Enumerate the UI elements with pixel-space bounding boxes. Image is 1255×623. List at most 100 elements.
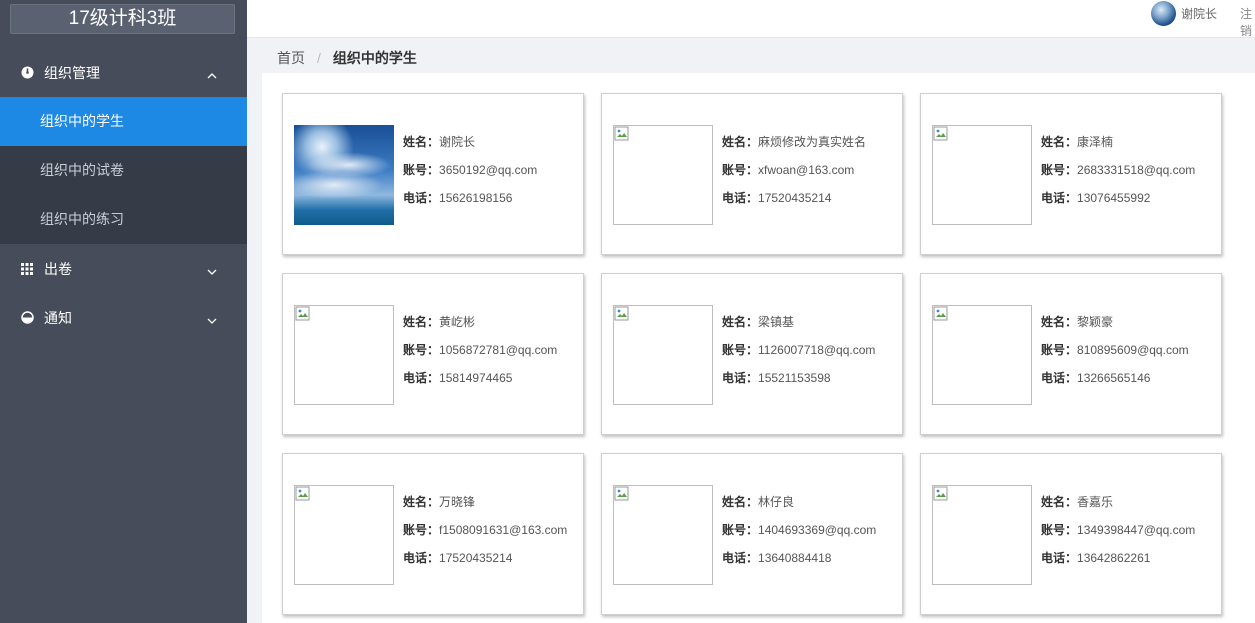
sidebar-menu: 组织管理 组织中的学生 组织中的试卷 组织中的练习 出卷 通知: [0, 48, 247, 342]
chevron-up-icon: [207, 68, 217, 78]
student-phone: 15814974465: [439, 371, 513, 385]
student-phone: 13640884418: [758, 551, 832, 565]
breadcrumb-current: 组织中的学生: [332, 50, 417, 66]
student-photo: [613, 305, 713, 405]
breadcrumb-home[interactable]: 首页: [277, 48, 305, 68]
student-account: 2683331518@qq.com: [1077, 163, 1196, 177]
dashboard-icon: [20, 66, 34, 80]
phone-label: 电话：: [722, 551, 759, 565]
broken-image-icon: [295, 306, 311, 322]
student-card[interactable]: 姓名：梁镇基 账号：1126007718@qq.com 电话：155211535…: [601, 273, 903, 435]
name-label: 姓名：: [403, 495, 440, 509]
user-name[interactable]: 谢院长: [1181, 5, 1217, 22]
menu-group-exam[interactable]: 出卷: [0, 244, 247, 293]
broken-image-icon: [614, 306, 630, 322]
student-photo: [613, 125, 713, 225]
name-label: 姓名：: [722, 495, 759, 509]
student-account: 3650192@qq.com: [439, 163, 538, 177]
student-info: 姓名：黄屹彬 账号：1056872781@qq.com 电话：158149744…: [403, 314, 557, 398]
student-phone: 17520435214: [439, 551, 513, 565]
broken-image-icon: [614, 486, 630, 502]
student-name: 谢院长: [439, 135, 476, 149]
student-photo: [294, 485, 394, 585]
student-account: f1508091631@163.com: [439, 523, 568, 537]
grid-icon: [20, 262, 34, 276]
account-label: 账号：: [403, 523, 440, 537]
student-account: xfwoan@163.com: [758, 163, 855, 177]
student-info: 姓名：林仔良 账号：1404693369@qq.com 电话：136408844…: [722, 494, 876, 578]
logout-link[interactable]: 注销: [1240, 5, 1255, 39]
student-phone: 15521153598: [758, 371, 831, 385]
menu-group-label: 出卷: [44, 260, 72, 277]
broken-image-icon: [933, 126, 949, 142]
student-info: 姓名：黎颖豪 账号：810895609@qq.com 电话：1326656514…: [1041, 314, 1189, 398]
student-card[interactable]: 姓名：黎颖豪 账号：810895609@qq.com 电话：1326656514…: [920, 273, 1222, 435]
name-label: 姓名：: [722, 315, 759, 329]
menu-group-notice[interactable]: 通知: [0, 293, 247, 342]
phone-label: 电话：: [1041, 371, 1078, 385]
broken-image-icon: [614, 126, 630, 142]
student-card[interactable]: 姓名：康泽楠 账号：2683331518@qq.com 电话：130764559…: [920, 93, 1222, 255]
name-label: 姓名：: [403, 135, 440, 149]
student-card[interactable]: 姓名：香嘉乐 账号：1349398447@qq.com 电话：136428622…: [920, 453, 1222, 615]
sidebar: 17级计科3班 组织管理 组织中的学生 组织中的试卷 组织中的练习 出卷 通知: [0, 0, 247, 623]
student-phone: 15626198156: [439, 191, 513, 205]
student-photo: [294, 125, 394, 225]
class-title: 17级计科3班: [10, 4, 235, 34]
student-info: 姓名：麻烦修改为真实姓名 账号：xfwoan@163.com 电话：175204…: [722, 134, 866, 218]
student-card[interactable]: 姓名：麻烦修改为真实姓名 账号：xfwoan@163.com 电话：175204…: [601, 93, 903, 255]
student-info: 姓名：梁镇基 账号：1126007718@qq.com 电话：155211535…: [722, 314, 875, 398]
sidebar-item-org-exercises[interactable]: 组织中的练习: [0, 195, 247, 244]
student-card[interactable]: 姓名：万晓锋 账号：f1508091631@163.com 电话：1752043…: [282, 453, 584, 615]
breadcrumb-separator: /: [317, 50, 321, 66]
student-account: 1404693369@qq.com: [758, 523, 877, 537]
account-label: 账号：: [722, 523, 759, 537]
chevron-down-icon: [207, 264, 217, 275]
broken-image-icon: [295, 486, 311, 502]
phone-label: 电话：: [722, 371, 759, 385]
student-name: 林仔良: [758, 495, 795, 509]
account-label: 账号：: [722, 163, 759, 177]
student-account: 1349398447@qq.com: [1077, 523, 1196, 537]
name-label: 姓名：: [1041, 315, 1078, 329]
phone-label: 电话：: [403, 551, 440, 565]
student-name: 黄屹彬: [439, 315, 476, 329]
sidebar-item-org-papers[interactable]: 组织中的试卷: [0, 146, 247, 195]
name-label: 姓名：: [403, 315, 440, 329]
avatar[interactable]: [1151, 1, 1176, 26]
student-photo: [294, 305, 394, 405]
menu-group-label: 组织管理: [44, 64, 100, 81]
student-phone: 13642862261: [1077, 551, 1151, 565]
name-label: 姓名：: [1041, 495, 1078, 509]
student-info: 姓名：谢院长 账号：3650192@qq.com 电话：15626198156: [403, 134, 537, 218]
student-account: 1056872781@qq.com: [439, 343, 558, 357]
phone-label: 电话：: [1041, 551, 1078, 565]
student-card[interactable]: 姓名：黄屹彬 账号：1056872781@qq.com 电话：158149744…: [282, 273, 584, 435]
student-photo: [932, 485, 1032, 585]
sidebar-item-org-students[interactable]: 组织中的学生: [0, 97, 247, 146]
student-info: 姓名：康泽楠 账号：2683331518@qq.com 电话：130764559…: [1041, 134, 1195, 218]
student-info: 姓名：万晓锋 账号：f1508091631@163.com 电话：1752043…: [403, 494, 567, 578]
name-label: 姓名：: [722, 135, 759, 149]
student-name: 香嘉乐: [1077, 495, 1114, 509]
breadcrumb: 首页 / 组织中的学生: [277, 48, 417, 68]
phone-label: 电话：: [403, 191, 440, 205]
student-photo: [932, 305, 1032, 405]
student-name: 黎颖豪: [1077, 315, 1114, 329]
top-header: 谢院长 注销: [247, 0, 1255, 38]
student-photo: [613, 485, 713, 585]
account-label: 账号：: [403, 343, 440, 357]
student-phone: 17520435214: [758, 191, 832, 205]
student-account: 1126007718@qq.com: [758, 343, 876, 357]
menu-group-org-management[interactable]: 组织管理: [0, 48, 247, 97]
student-photo: [932, 125, 1032, 225]
student-grid: 姓名：谢院长 账号：3650192@qq.com 电话：15626198156 …: [262, 73, 1255, 623]
student-card[interactable]: 姓名：林仔良 账号：1404693369@qq.com 电话：136408844…: [601, 453, 903, 615]
account-label: 账号：: [722, 343, 759, 357]
phone-label: 电话：: [722, 191, 759, 205]
student-card[interactable]: 姓名：谢院长 账号：3650192@qq.com 电话：15626198156: [282, 93, 584, 255]
org-submenu: 组织中的学生 组织中的试卷 组织中的练习: [0, 97, 247, 244]
phone-label: 电话：: [1041, 191, 1078, 205]
student-name: 麻烦修改为真实姓名: [758, 135, 867, 149]
name-label: 姓名：: [1041, 135, 1078, 149]
